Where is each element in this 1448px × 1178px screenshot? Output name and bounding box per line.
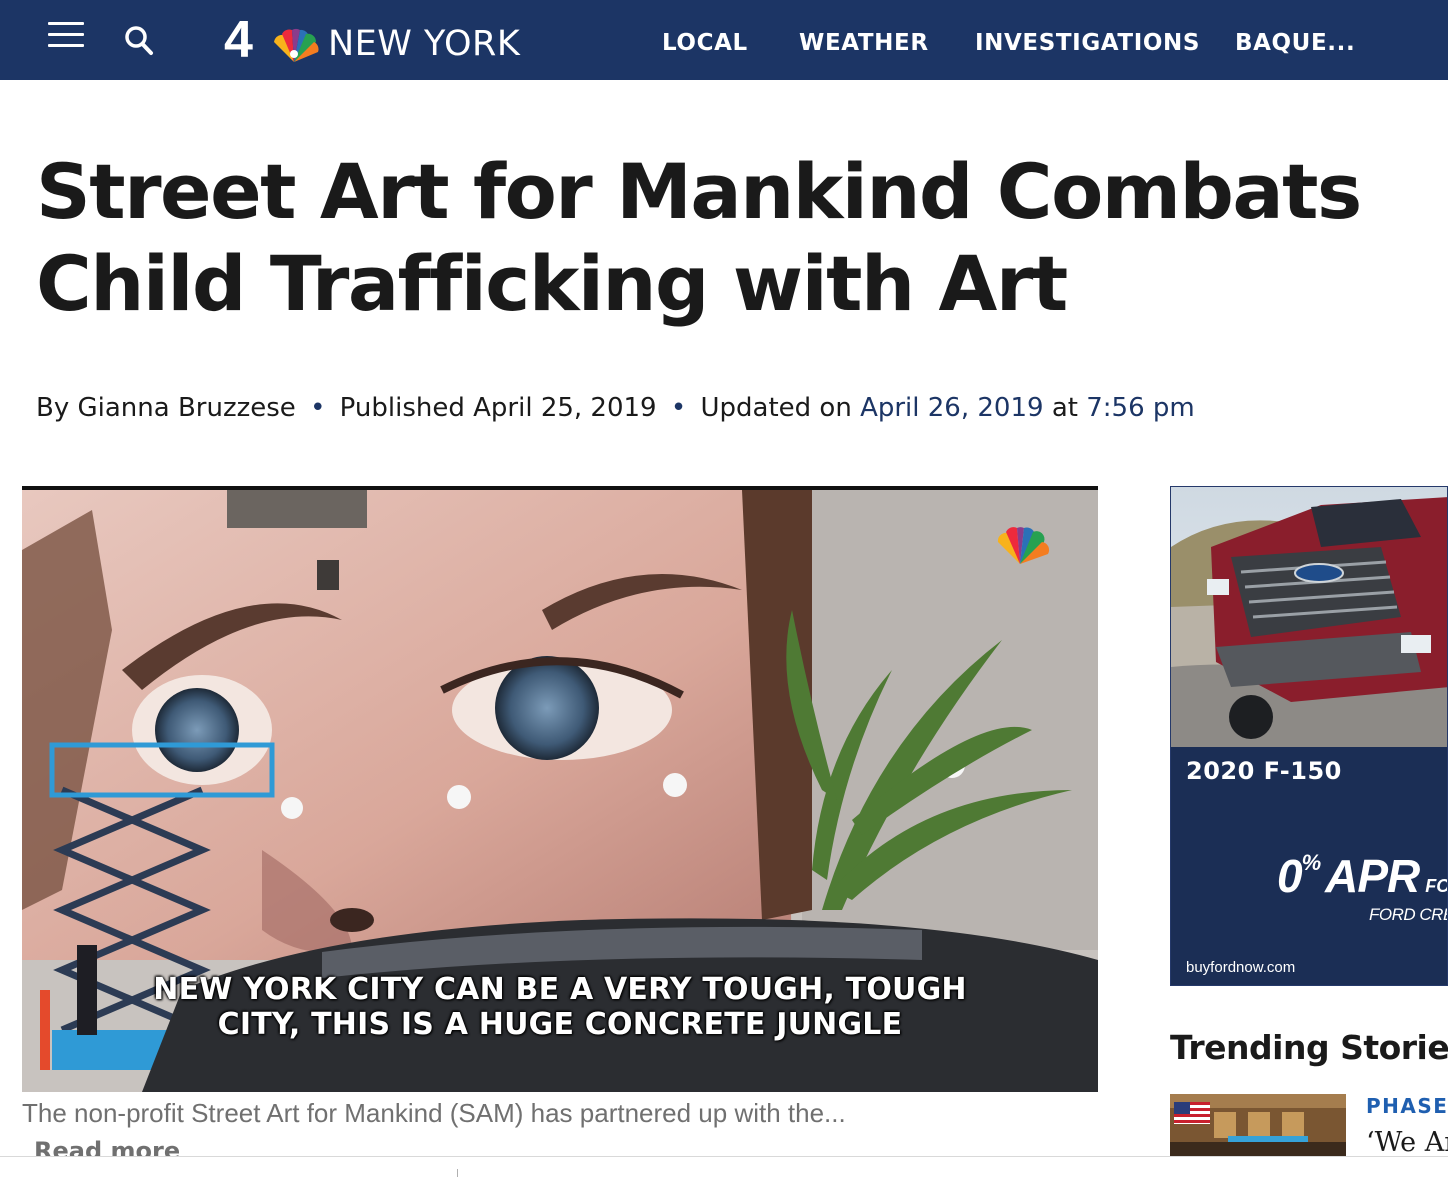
video-summary: The non-profit Street Art for Mankind (S…	[22, 1098, 846, 1128]
video-subtitle: NEW YORK CITY CAN BE A VERY TOUGH, TOUGH…	[22, 972, 1098, 1042]
main-nav: LOCAL WEATHER INVESTIGATIONS BAQUE...	[0, 28, 1448, 58]
byline-author[interactable]: Gianna Bruzzese	[78, 393, 296, 423]
nav-item-investigations[interactable]: INVESTIGATIONS	[975, 28, 1200, 58]
article-byline: By Gianna Bruzzese • Published April 25,…	[36, 390, 1195, 426]
byline-prefix: By	[36, 393, 70, 423]
trending-story-headline[interactable]: ‘We Ar	[1366, 1126, 1448, 1160]
ad-model-name: 2020 F-150	[1186, 757, 1342, 785]
byline-separator: •	[310, 393, 326, 423]
truck-ad-image	[1171, 487, 1447, 747]
updated-label: Updated on	[700, 393, 852, 423]
updated-at-label: at	[1051, 393, 1078, 423]
updated-date: April 26, 2019	[860, 393, 1044, 423]
nav-item-baque[interactable]: BAQUE...	[1235, 28, 1355, 58]
published-date: April 25, 2019	[473, 393, 657, 423]
ad-url: buyfordnow.com	[1186, 959, 1296, 976]
site-header: 4 NEW YORK LOCAL WEATHER INVESTIGATIONS …	[0, 0, 1448, 80]
divider	[457, 1169, 458, 1177]
ad-credit-text: FORD CRE	[1369, 905, 1448, 924]
video-subtitle-line: NEW YORK CITY CAN BE A VERY TOUGH, TOUGH	[153, 972, 967, 1007]
bottom-bar	[0, 1156, 1448, 1178]
byline-separator: •	[670, 393, 687, 423]
ad-apr-percent: %	[1301, 850, 1322, 875]
video-subtitle-line: CITY, THIS IS A HUGE CONCRETE JUNGLE	[217, 1007, 903, 1042]
ad-apr-value: 0	[1277, 850, 1303, 902]
nav-item-weather[interactable]: WEATHER	[799, 28, 929, 58]
updated-time: 7:56 pm	[1086, 393, 1195, 423]
ford-advertisement[interactable]: 2020 F-150 0%APRFOR FORD CRE buyfordnow.…	[1170, 486, 1448, 986]
published-label: Published	[339, 393, 465, 423]
article-headline: Street Art for Mankind Combats Child Tra…	[36, 147, 1362, 328]
ad-apr-label: APR	[1325, 850, 1420, 902]
trending-story-kicker: PHASE	[1366, 1094, 1448, 1118]
ad-apr-offer: 0%APRFOR	[1277, 849, 1447, 903]
trending-story-thumbnail[interactable]	[1170, 1094, 1346, 1158]
trending-stories-heading: Trending Stories	[1170, 1028, 1448, 1067]
nav-item-local[interactable]: LOCAL	[662, 28, 748, 58]
article-video[interactable]: NEW YORK CITY CAN BE A VERY TOUGH, TOUGH…	[22, 486, 1098, 1092]
ad-apr-for: FOR	[1425, 876, 1447, 896]
